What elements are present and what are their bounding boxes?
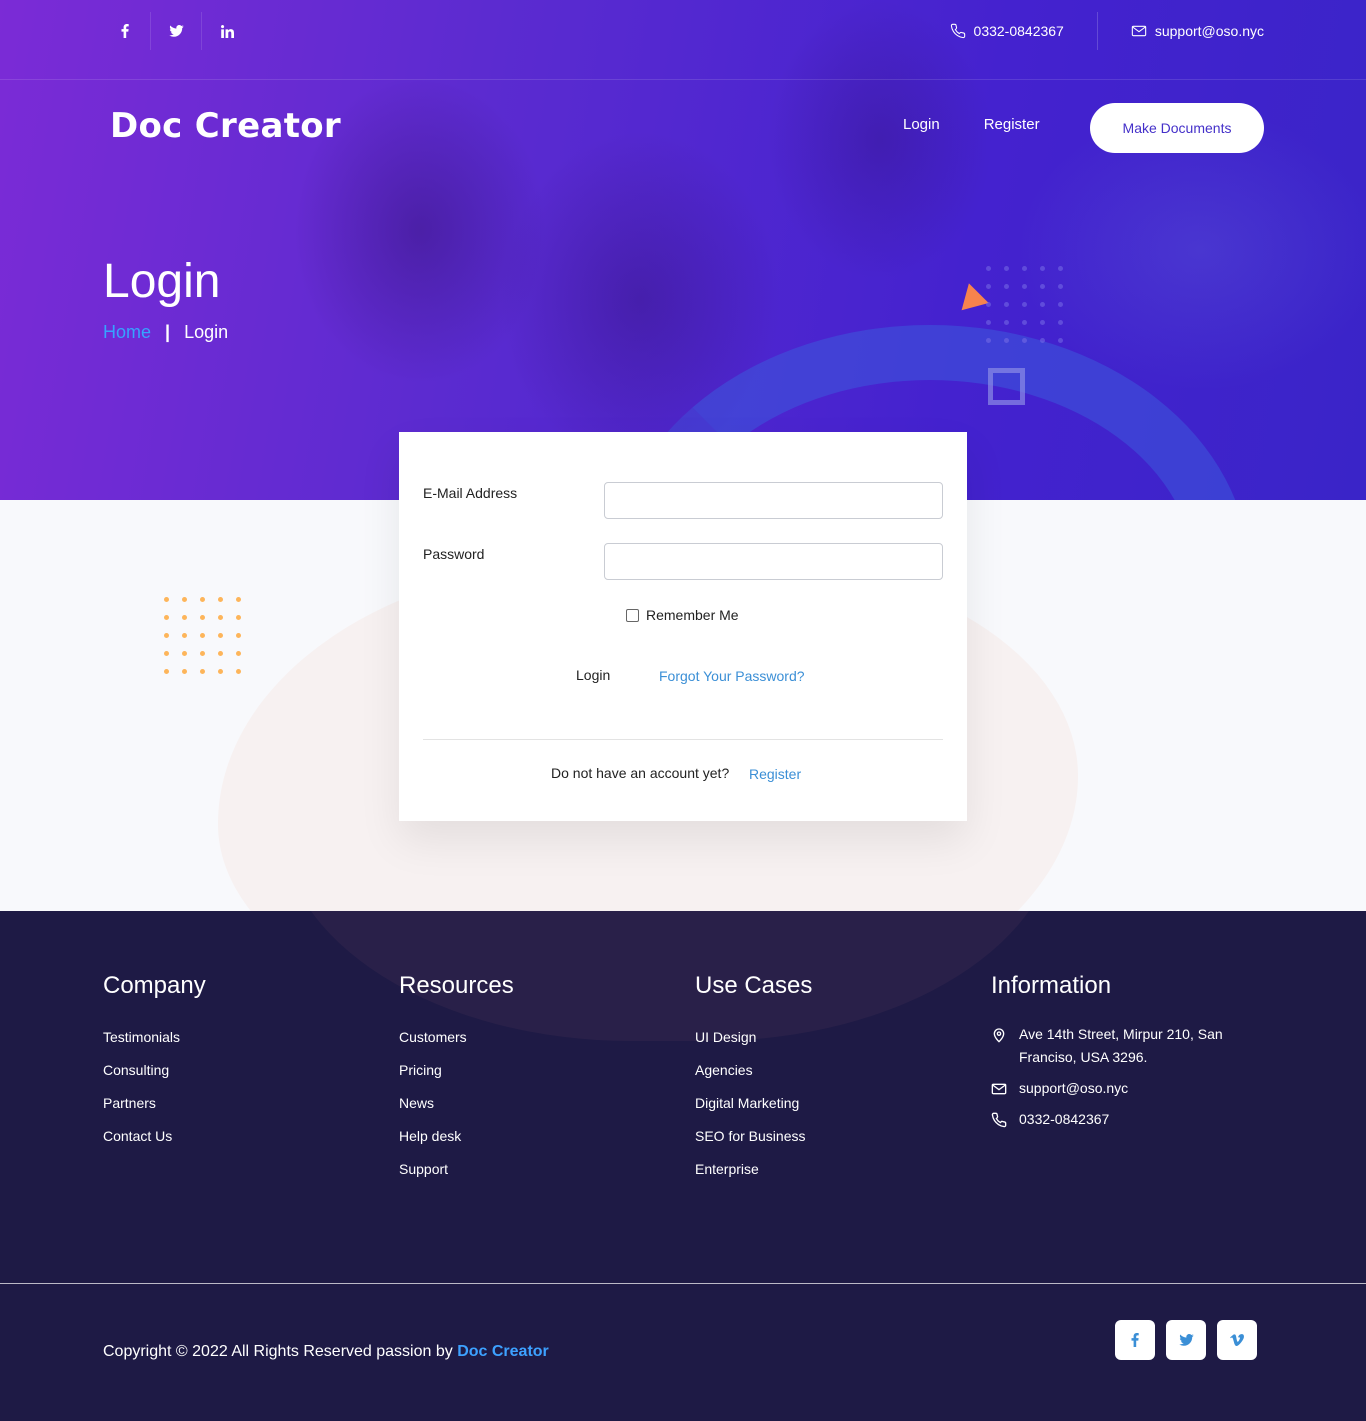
copyright-brand-link[interactable]: Doc Creator [457,1343,549,1360]
footer-link[interactable]: UI Design [695,1029,756,1045]
footer-column-resources: Resources Customers Pricing News Help de… [399,972,514,1194]
location-icon [993,1028,1005,1043]
footer-link[interactable]: Digital Marketing [695,1095,799,1111]
phone-icon [950,23,965,39]
footer-link[interactable]: Support [399,1161,448,1177]
footer-heading: Resources [399,972,514,999]
twitter-icon[interactable] [151,12,202,50]
footer-column-information: Information Ave 14th Street, Mirpur 210,… [991,972,1251,1139]
top-bar: 0332-0842367 support@oso.nyc [0,0,1366,80]
nav-register[interactable]: Register [984,116,1040,133]
top-email[interactable]: support@oso.nyc [1098,12,1264,50]
footer-heading: Company [103,972,206,999]
footer-link[interactable]: Enterprise [695,1161,759,1177]
footer-link[interactable]: Contact Us [103,1128,172,1144]
decorative-blob [280,911,1060,1041]
decorative-dot-grid [986,266,1076,356]
make-documents-button[interactable]: Make Documents [1090,103,1264,153]
footer-phone-text: 0332-0842367 [1019,1111,1110,1127]
top-email-text: support@oso.nyc [1154,23,1264,39]
top-contact: 0332-0842367 support@oso.nyc [950,12,1264,50]
nav-login[interactable]: Login [903,116,940,133]
top-phone[interactable]: 0332-0842367 [950,12,1098,50]
footer-link[interactable]: Consulting [103,1062,169,1078]
footer-link[interactable]: Testimonials [103,1029,180,1045]
login-card: E-Mail Address Password Remember Me Logi… [399,432,967,821]
facebook-icon[interactable] [1115,1320,1155,1360]
register-link[interactable]: Register [749,766,801,782]
footer-email[interactable]: support@oso.nyc [991,1077,1251,1100]
twitter-icon[interactable] [1166,1320,1206,1360]
remember-me-label: Remember Me [646,607,739,623]
divider [423,739,943,740]
remember-me-checkbox[interactable] [626,608,639,622]
main-nav: Login Register [903,116,1040,133]
breadcrumb-separator: | [165,322,171,342]
mail-icon [991,1083,1007,1095]
remember-me[interactable]: Remember Me [626,607,739,623]
footer-phone[interactable]: 0332-0842367 [991,1108,1251,1131]
site-logo[interactable]: Doc Creator [110,106,341,146]
footer-email-text: support@oso.nyc [1019,1080,1129,1096]
footer-link[interactable]: Partners [103,1095,156,1111]
vimeo-icon[interactable] [1217,1320,1257,1360]
footer-heading: Use Cases [695,972,813,999]
password-label: Password [423,546,485,562]
facebook-icon[interactable] [100,12,151,50]
breadcrumb-home[interactable]: Home [103,322,151,343]
footer-link[interactable]: Help desk [399,1128,461,1144]
copyright: Copyright © 2022 All Rights Reserved pas… [103,1343,549,1361]
top-social-links [100,12,253,50]
hero-banner: 0332-0842367 support@oso.nyc Doc Creator… [0,0,1366,500]
password-field[interactable] [604,543,943,580]
footer-heading: Information [991,972,1112,999]
page-title: Login [103,255,221,308]
email-field[interactable] [604,482,943,519]
no-account-text: Do not have an account yet? [551,765,730,781]
footer-address: Ave 14th Street, Mirpur 210, San Francis… [991,1023,1251,1069]
site-footer: Company Testimonials Consulting Partners… [0,911,1366,1421]
phone-icon [991,1112,1007,1128]
footer-social-links [1115,1320,1257,1360]
footer-divider [0,1283,1366,1284]
footer-link[interactable]: SEO for Business [695,1128,806,1144]
decorative-square [988,368,1025,405]
footer-link[interactable]: Pricing [399,1062,442,1078]
footer-address-text: Ave 14th Street, Mirpur 210, San Francis… [1019,1026,1223,1065]
linkedin-icon[interactable] [202,12,253,50]
breadcrumb-current: Login [184,322,229,342]
login-button[interactable]: Login [576,667,610,683]
top-phone-text: 0332-0842367 [973,23,1064,39]
mail-icon [1131,25,1147,37]
footer-column-company: Company Testimonials Consulting Partners… [103,972,206,1161]
forgot-password-link[interactable]: Forgot Your Password? [659,668,805,684]
email-label: E-Mail Address [423,485,518,501]
footer-link[interactable]: Agencies [695,1062,753,1078]
decorative-dot-grid-orange [164,597,254,687]
breadcrumb: Home | Login [103,322,228,343]
footer-link[interactable]: News [399,1095,434,1111]
footer-column-use-cases: Use Cases UI Design Agencies Digital Mar… [695,972,812,1194]
copyright-text: Copyright © 2022 All Rights Reserved pas… [103,1343,453,1360]
footer-link[interactable]: Customers [399,1029,467,1045]
